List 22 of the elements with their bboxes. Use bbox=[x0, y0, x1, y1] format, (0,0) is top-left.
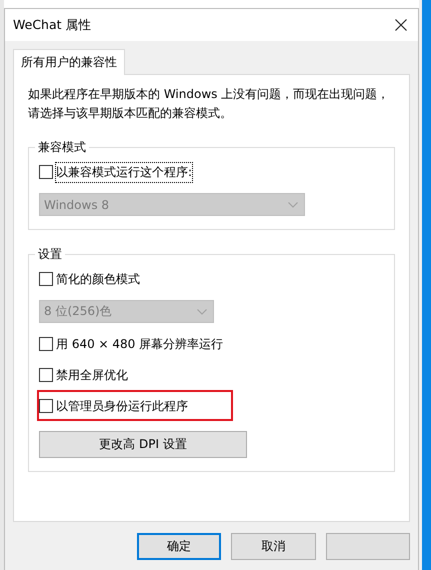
checkbox[interactable] bbox=[39, 165, 53, 179]
checkbox-label[interactable]: 以管理员身份运行此程序 bbox=[56, 396, 188, 416]
dpi-settings-button[interactable]: 更改高 DPI 设置 bbox=[39, 431, 247, 458]
group-title: 兼容模式 bbox=[35, 139, 89, 155]
checkbox[interactable] bbox=[39, 337, 53, 351]
checkbox-label[interactable]: 简化的颜色模式 bbox=[56, 270, 140, 288]
window-title: WeChat 属性 bbox=[13, 16, 92, 34]
checkbox-label[interactable]: 用 640 × 480 屏幕分辨率运行 bbox=[56, 334, 224, 354]
checkbox-label[interactable]: 禁用全屏优化 bbox=[56, 366, 128, 384]
checkbox-label[interactable]: 以兼容模式运行这个程序: bbox=[56, 162, 192, 182]
dialog-button[interactable]: 确定 bbox=[137, 533, 222, 560]
chevron-icon bbox=[288, 202, 298, 208]
checkbox[interactable] bbox=[39, 399, 53, 413]
close-icon bbox=[395, 19, 407, 31]
dialog-button[interactable]: 取消 bbox=[231, 533, 316, 560]
checkbox[interactable] bbox=[39, 272, 53, 286]
description-text: 如果此程序在早期版本的 Windows 上没有问题，而现在出现问题， bbox=[28, 86, 390, 103]
tab[interactable]: 所有用户的兼容性 bbox=[13, 49, 125, 75]
group-title: 设置 bbox=[35, 246, 65, 262]
checkbox[interactable] bbox=[39, 368, 53, 382]
chevron-icon bbox=[197, 308, 207, 314]
description-text: 请选择与该早期版本匹配的兼容模式。 bbox=[28, 105, 232, 122]
